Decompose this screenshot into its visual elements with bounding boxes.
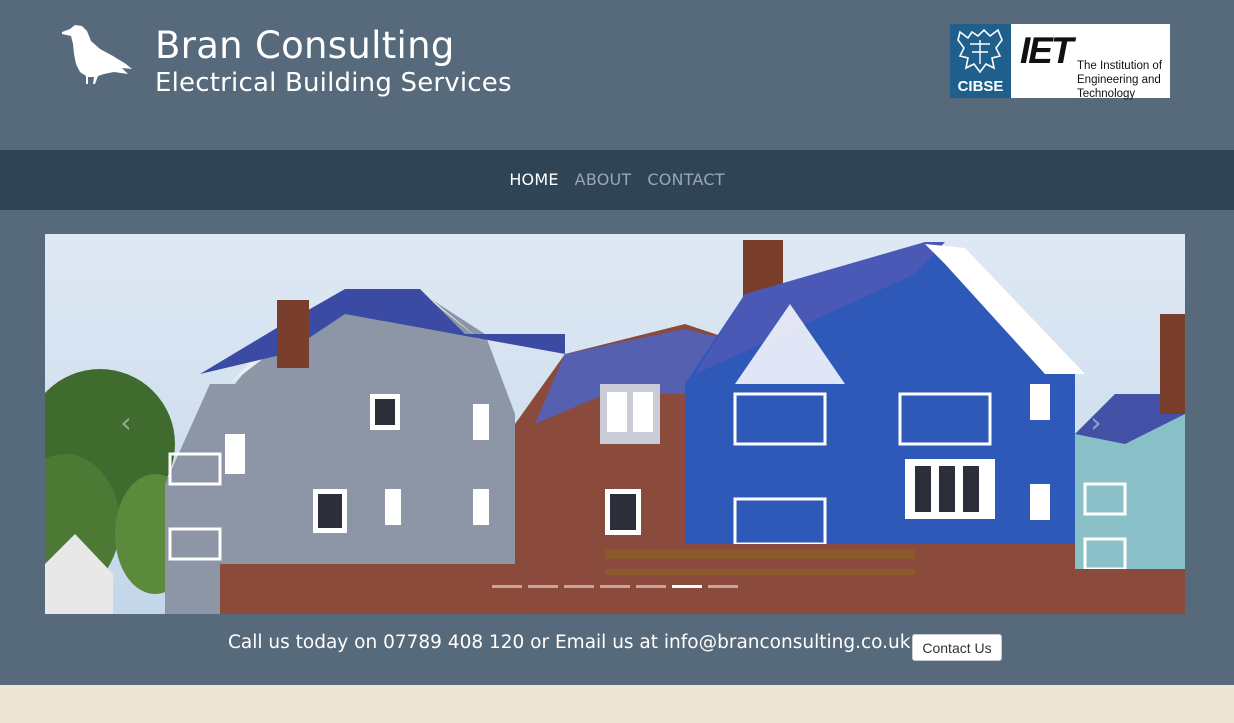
hero-carousel[interactable]: ‹ › xyxy=(45,234,1185,614)
carousel-indicator[interactable] xyxy=(636,585,666,588)
contact-callout: Call us today on 07789 408 120 or Email … xyxy=(228,632,911,653)
iet-name: The Institution of Engineering and Techn… xyxy=(1077,60,1163,100)
main-navbar: HOME ABOUT CONTACT xyxy=(0,150,1234,210)
iet-logo: IET The Institution of Engineering and T… xyxy=(1011,24,1170,100)
carousel-next-icon[interactable]: › xyxy=(1085,408,1107,438)
carousel-indicator[interactable] xyxy=(528,585,558,588)
cibse-label: CIBSE xyxy=(957,78,1004,95)
nav-item-about[interactable]: ABOUT xyxy=(575,170,632,189)
carousel-indicators xyxy=(492,585,742,589)
contact-us-button[interactable]: Contact Us xyxy=(912,634,1002,661)
site-header: Bran Consulting Electrical Building Serv… xyxy=(0,0,1234,150)
carousel-indicator-active[interactable] xyxy=(672,585,702,588)
nav-menu: HOME ABOUT CONTACT xyxy=(0,170,1234,189)
carousel-slide-image xyxy=(45,234,1185,614)
footer-band xyxy=(0,685,1234,723)
carousel-indicator[interactable] xyxy=(564,585,594,588)
site-title[interactable]: Bran Consulting xyxy=(155,24,455,67)
carousel-indicator[interactable] xyxy=(600,585,630,588)
nav-item-home[interactable]: HOME xyxy=(509,170,558,189)
cibse-crest-icon xyxy=(957,28,1003,74)
cibse-logo: CIBSE xyxy=(950,24,1011,98)
raven-icon[interactable] xyxy=(58,22,132,88)
nav-item-contact[interactable]: CONTACT xyxy=(647,170,724,189)
carousel-indicator[interactable] xyxy=(708,585,738,588)
carousel-indicator[interactable] xyxy=(492,585,522,588)
site-subtitle: Electrical Building Services xyxy=(155,68,512,98)
accreditation-badges: CIBSE IET The Institution of Engineering… xyxy=(950,24,1170,100)
carousel-prev-icon[interactable]: ‹ xyxy=(115,408,137,438)
iet-mark: IET xyxy=(1020,30,1074,71)
